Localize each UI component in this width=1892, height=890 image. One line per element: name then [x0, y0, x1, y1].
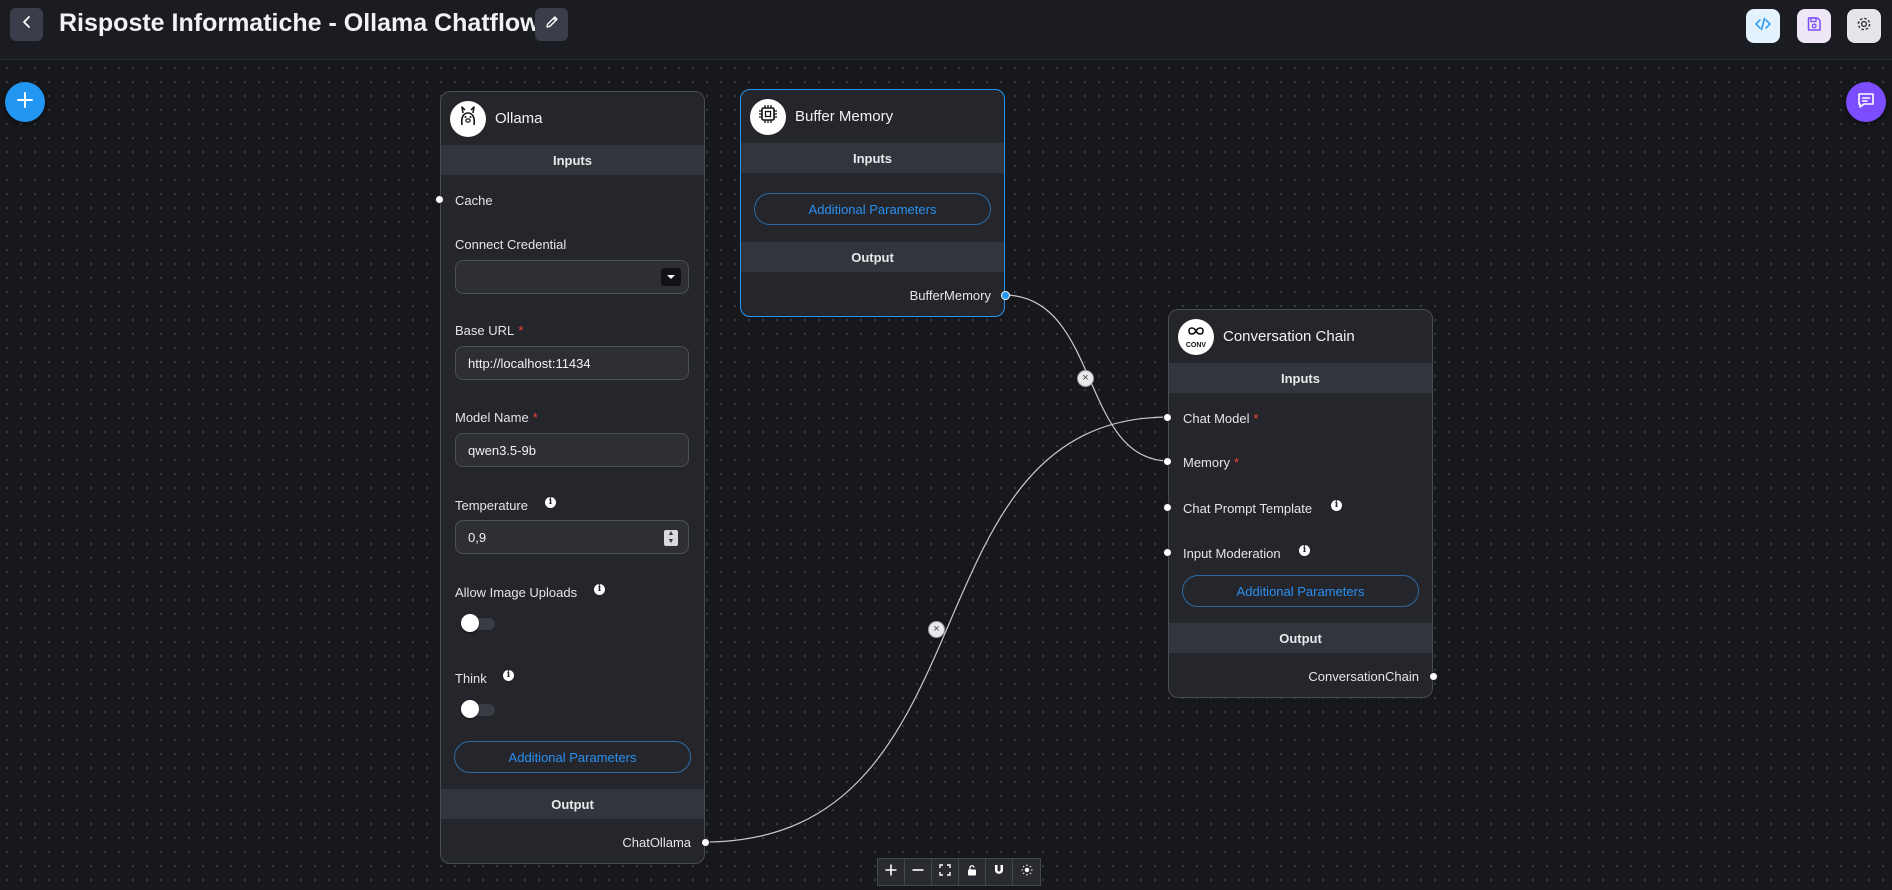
temperature-input[interactable]: 0,9 ▲ ▼ [455, 520, 689, 554]
think-toggle[interactable] [461, 700, 495, 718]
zoom-in-button[interactable] [878, 859, 905, 885]
memory-input-handle[interactable] [1163, 457, 1172, 466]
chain-link-icon [1185, 324, 1207, 342]
delete-edge-button[interactable]: × [928, 621, 945, 638]
conversation-chain-node[interactable]: CONV Conversation Chain Inputs Chat Mode… [1163, 309, 1438, 698]
delete-edge-button[interactable]: × [1077, 370, 1094, 387]
temperature-label: Temperature [455, 498, 528, 513]
save-icon [1805, 15, 1823, 38]
node-header: CONV Conversation Chain [1169, 310, 1432, 363]
input-moderation-label: Input Moderation [1183, 546, 1281, 561]
conversation-chain-avatar: CONV [1178, 318, 1214, 355]
fit-view-icon [939, 863, 951, 881]
conversationchain-output-handle[interactable] [1429, 672, 1438, 681]
temperature-value: 0,9 [468, 529, 487, 545]
additional-parameters-button[interactable]: Additional Parameters [754, 193, 991, 225]
node-title: Buffer Memory [795, 108, 894, 125]
theme-sun-icon [1021, 863, 1033, 881]
zoom-out-icon [911, 863, 925, 882]
cache-label: Cache [455, 193, 493, 208]
toggle-knob [461, 614, 479, 632]
snap-button[interactable] [986, 859, 1013, 885]
ollama-node[interactable]: Ollama Inputs Cache Connect Credential B… [435, 91, 710, 864]
info-icon[interactable]: i [503, 670, 514, 681]
top-header: Risposte Informatiche - Ollama Chatflow [0, 0, 1892, 60]
chat-icon [1856, 90, 1876, 115]
base-url-label: Base URL * [455, 323, 524, 338]
buffermemory-output-handle[interactable] [1001, 291, 1010, 300]
output-header: Output [1169, 623, 1432, 653]
chat-model-input-handle[interactable] [1163, 413, 1172, 422]
canvas-controls [877, 858, 1041, 886]
theme-toggle-button[interactable] [1013, 859, 1040, 885]
inputs-header: Inputs [1169, 363, 1432, 393]
number-stepper-icon[interactable]: ▲ ▼ [664, 530, 678, 546]
info-icon[interactable]: i [1331, 500, 1342, 511]
chatflow-editor: Risposte Informatiche - Ollama Chatflow [0, 0, 1892, 890]
model-name-input[interactable]: qwen3.5-9b [455, 433, 689, 467]
open-chat-button[interactable] [1846, 82, 1886, 122]
plus-icon [15, 90, 35, 115]
cache-input-handle[interactable] [435, 195, 444, 204]
zoom-out-button[interactable] [905, 859, 932, 885]
gear-icon [1855, 15, 1873, 38]
lock-button[interactable] [959, 859, 986, 885]
image-uploads-toggle[interactable] [461, 614, 495, 632]
code-icon [1754, 15, 1772, 38]
image-uploads-label: Allow Image Uploads [455, 585, 578, 600]
lock-icon [966, 863, 978, 881]
add-node-button[interactable] [5, 82, 45, 122]
save-button[interactable] [1797, 9, 1831, 43]
input-moderation-input-handle[interactable] [1163, 548, 1172, 557]
memory-chip-icon [757, 103, 779, 130]
output-label: ChatOllama [622, 835, 691, 850]
prompt-template-label: Chat Prompt Template [1183, 501, 1313, 516]
model-name-label: Model Name * [455, 410, 538, 425]
base-url-input[interactable]: http://localhost:11434 [455, 346, 689, 380]
view-code-button[interactable] [1746, 9, 1780, 43]
pencil-icon [544, 14, 560, 35]
node-title: Conversation Chain [1223, 328, 1355, 345]
inputs-header: Inputs [741, 143, 1004, 173]
chevron-left-icon [20, 15, 34, 34]
zoom-in-icon [884, 863, 898, 882]
llama-icon [457, 104, 479, 133]
prompt-template-input-handle[interactable] [1163, 503, 1172, 512]
buffer-memory-node[interactable]: Buffer Memory Inputs Additional Paramete… [740, 89, 1010, 317]
credential-select[interactable] [455, 260, 689, 294]
info-icon[interactable]: i [545, 497, 556, 508]
inputs-header: Inputs [441, 145, 704, 175]
node-header: Buffer Memory [741, 90, 1004, 143]
additional-parameters-button[interactable]: Additional Parameters [1182, 575, 1419, 607]
avatar-text: CONV [1185, 341, 1207, 349]
node-title: Ollama [495, 110, 543, 127]
flow-title: Risposte Informatiche - Ollama Chatflow [59, 9, 540, 37]
toggle-knob [461, 700, 479, 718]
output-header: Output [741, 242, 1004, 272]
settings-button[interactable] [1847, 9, 1881, 43]
node-header: Ollama [441, 92, 704, 145]
chevron-down-icon[interactable] [661, 268, 681, 286]
info-icon[interactable]: i [1299, 545, 1310, 556]
output-label: BufferMemory [909, 288, 991, 303]
fit-view-button[interactable] [932, 859, 959, 885]
magnet-icon [993, 863, 1005, 881]
output-label: ConversationChain [1308, 669, 1419, 684]
back-button[interactable] [10, 8, 43, 41]
buffer-memory-avatar [750, 98, 786, 135]
chatollama-output-handle[interactable] [701, 838, 710, 847]
output-header: Output [441, 789, 704, 819]
additional-parameters-button[interactable]: Additional Parameters [454, 741, 691, 773]
edit-title-button[interactable] [535, 8, 568, 41]
memory-label: Memory * [1183, 455, 1240, 470]
think-label: Think [455, 671, 487, 686]
credential-label: Connect Credential [455, 237, 567, 252]
ollama-avatar [450, 100, 486, 137]
chat-model-label: Chat Model * [1183, 411, 1259, 426]
info-icon[interactable]: i [594, 584, 605, 595]
